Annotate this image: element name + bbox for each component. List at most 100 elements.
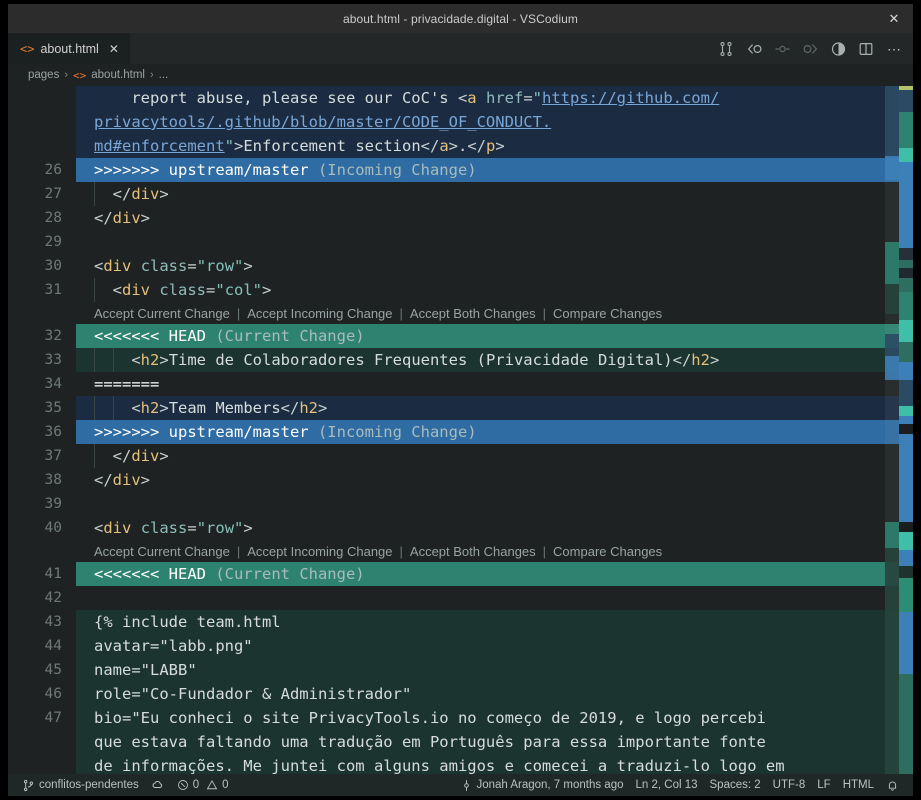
line-number: 33: [44, 352, 62, 368]
code-line[interactable]: 35 <h2>Team Members</h2>: [8, 396, 913, 420]
code-line[interactable]: de informações. Me juntei com alguns ami…: [8, 754, 913, 774]
code-token: privacytools/.github/blob/master/CODE_OF…: [94, 113, 552, 131]
breadcrumb-item-symbol[interactable]: ...: [159, 69, 169, 81]
overview-ruler-mark: [899, 380, 913, 406]
codelens-separator: |: [236, 305, 241, 321]
toggle-inline-view-icon[interactable]: [825, 36, 851, 62]
breadcrumb-item-about-html[interactable]: about.html: [91, 69, 145, 81]
next-conflict-icon[interactable]: [797, 36, 823, 62]
status-language-mode[interactable]: HTML: [837, 774, 880, 796]
source-control-branch-icon: [23, 779, 34, 791]
code-line[interactable]: que estava faltando uma tradução em Port…: [8, 730, 913, 754]
overview-ruler[interactable]: [899, 86, 913, 774]
overview-ruler-mark: [899, 148, 913, 162]
overview-ruler-mark: [899, 202, 913, 248]
status-encoding[interactable]: UTF-8: [767, 774, 812, 796]
code-line-content: {% include team.html: [76, 610, 913, 634]
code-token: div: [103, 257, 132, 275]
code-line[interactable]: 47 bio="Eu conheci o site PrivacyTools.io…: [8, 706, 913, 730]
code-line[interactable]: 27 </div>: [8, 182, 913, 206]
accept-incoming-change-link[interactable]: Accept Incoming Change: [247, 306, 392, 321]
code-token: </: [94, 471, 113, 489]
code-line-content: name="LABB": [76, 658, 913, 682]
codelens-separator: |: [399, 543, 403, 559]
breadcrumb-item-pages[interactable]: pages: [28, 69, 59, 81]
code-line[interactable]: 45 name="LABB": [8, 658, 913, 682]
code-line[interactable]: 40 <div class="row">: [8, 516, 913, 540]
scroll-decoration-mark: [885, 242, 899, 284]
code-line[interactable]: 39: [8, 492, 913, 516]
code-line[interactable]: 29: [8, 230, 913, 254]
code-line[interactable]: 38 </div>: [8, 468, 913, 492]
previous-conflict-icon[interactable]: [741, 36, 767, 62]
code-token: div: [103, 519, 132, 537]
code-token: div: [131, 447, 160, 465]
compare-changes-icon[interactable]: [713, 36, 739, 62]
code-line[interactable]: 37 </div>: [8, 444, 913, 468]
code-line[interactable]: 42: [8, 586, 913, 610]
status-cursor-position[interactable]: Ln 2, Col 13: [630, 774, 704, 796]
compare-changes-link[interactable]: Compare Changes: [553, 544, 662, 559]
editor-tab-label: about.html: [40, 41, 99, 56]
status-notifications[interactable]: [880, 774, 905, 796]
code-token: div: [112, 471, 141, 489]
code-token: </: [94, 209, 113, 227]
status-eol[interactable]: LF: [811, 774, 836, 796]
code-token: =: [206, 281, 216, 299]
code-line[interactable]: 31 <div class="col">: [8, 278, 913, 302]
code-token: =: [187, 519, 197, 537]
line-number: 41: [44, 566, 62, 582]
merge-conflict-codelens: Accept Current Change | Accept Incoming Ch…: [8, 540, 913, 562]
codelens-separator: |: [399, 305, 403, 321]
code-line[interactable]: md#enforcement">Enforcement section</a>.…: [8, 134, 913, 158]
overview-ruler-mark: [899, 416, 913, 424]
resolve-conflict-icon[interactable]: [769, 36, 795, 62]
editor-tab-about-html[interactable]: <> about.html ✕: [8, 33, 130, 64]
status-problems[interactable]: 0 0: [171, 774, 235, 796]
code-line-content: </div>: [76, 468, 913, 492]
accept-both-changes-link[interactable]: Accept Both Changes: [410, 306, 536, 321]
line-number: 32: [44, 328, 62, 344]
code-token: >: [234, 137, 244, 155]
code-line[interactable]: 46 role="Co-Fundador & Administrador": [8, 682, 913, 706]
line-number: 27: [44, 186, 62, 202]
line-number: 40: [44, 520, 62, 536]
status-bar-right: Jonah Aragon, 7 months ago Ln 2, Col 13 …: [455, 774, 905, 796]
code-line[interactable]: 26 >>>>>>> upstream/master (Incoming Chan…: [8, 158, 913, 182]
code-token: https://github.com/: [542, 89, 720, 107]
code-line[interactable]: privacytools/.github/blob/master/CODE_OF…: [8, 110, 913, 134]
editor-tab-bar: <> about.html ✕ ⋯: [8, 33, 913, 64]
status-branch[interactable]: conflitos-pendentes: [16, 774, 145, 796]
code-line[interactable]: 34 =======: [8, 372, 913, 396]
code-line[interactable]: 30 <div class="row">: [8, 254, 913, 278]
accept-current-change-link[interactable]: Accept Current Change: [94, 544, 230, 559]
line-number: 45: [44, 662, 62, 678]
split-editor-icon[interactable]: [853, 36, 879, 62]
accept-current-change-link[interactable]: Accept Current Change: [94, 306, 230, 321]
code-token: <: [94, 399, 141, 417]
accept-incoming-change-link[interactable]: Accept Incoming Change: [247, 544, 392, 559]
code-editor[interactable]: report abuse, please see our CoC's <a hr…: [8, 86, 913, 774]
code-line[interactable]: 41 <<<<<<< HEAD (Current Change): [8, 562, 913, 586]
compare-changes-link[interactable]: Compare Changes: [553, 306, 662, 321]
code-token: >: [318, 399, 328, 417]
code-line[interactable]: 36 >>>>>>> upstream/master (Incoming Chan…: [8, 420, 913, 444]
accept-both-changes-link[interactable]: Accept Both Changes: [410, 544, 536, 559]
more-actions-icon[interactable]: ⋯: [881, 36, 907, 62]
close-icon[interactable]: ✕: [109, 42, 119, 56]
code-token: bio="Eu conheci o site PrivacyTools.io n…: [94, 709, 766, 727]
code-line[interactable]: 33 <h2>Time de Colaboradores Frequentes …: [8, 348, 913, 372]
code-line[interactable]: 44 avatar="labb.png": [8, 634, 913, 658]
editor-scrollbar-slider[interactable]: [885, 86, 899, 774]
code-token: >>>>>>> upstream/master: [94, 423, 318, 441]
code-line[interactable]: 28 </div>: [8, 206, 913, 230]
window-close-button[interactable]: ✕: [881, 4, 907, 33]
status-indentation[interactable]: Spaces: 2: [704, 774, 767, 796]
code-line[interactable]: 32 <<<<<<< HEAD (Current Change): [8, 324, 913, 348]
code-line[interactable]: 43 {% include team.html: [8, 610, 913, 634]
code-token: Enforcement section: [243, 137, 421, 155]
code-line[interactable]: report abuse, please see our CoC's <a hr…: [8, 86, 913, 110]
status-sync[interactable]: [145, 774, 171, 796]
status-git-blame[interactable]: Jonah Aragon, 7 months ago: [455, 774, 629, 796]
